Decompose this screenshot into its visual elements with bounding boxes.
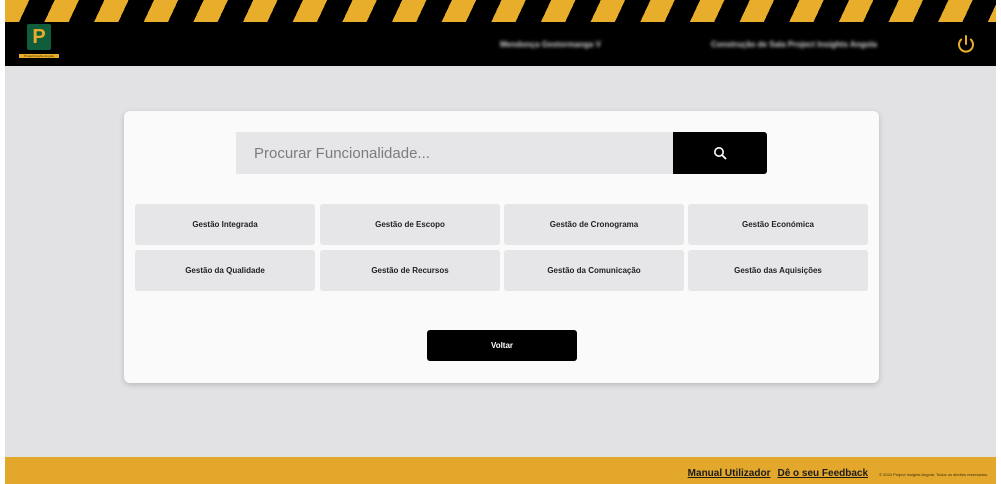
module-gestao-recursos[interactable]: Gestão de Recursos — [320, 250, 500, 291]
logo-mark: P — [27, 24, 51, 50]
footer-bar: Manual Utilizador Dê o seu Feedback © 20… — [5, 457, 996, 484]
module-gestao-economica[interactable]: Gestão Económica — [688, 204, 868, 245]
module-gestao-comunicacao[interactable]: Gestão da Comunicação — [504, 250, 684, 291]
logout-button[interactable] — [955, 33, 977, 55]
functions-card: Gestão Integrada Gestão de Escopo Gestão… — [124, 111, 879, 383]
project-selector[interactable]: Mendonça Gestormanga V — [500, 40, 601, 49]
search-button[interactable] — [673, 132, 767, 174]
logo-caption: ProjectInsights Angola — [19, 54, 59, 58]
module-gestao-cronograma[interactable]: Gestão de Cronograma — [504, 204, 684, 245]
search-bar — [236, 132, 767, 174]
module-gestao-qualidade[interactable]: Gestão da Qualidade — [135, 250, 315, 291]
logo-letter: P — [32, 26, 46, 48]
power-icon — [958, 35, 974, 53]
back-button[interactable]: Voltar — [427, 330, 577, 361]
app-frame: P ProjectInsights Angola Mendonça Gestor… — [5, 0, 996, 484]
hazard-stripes — [5, 0, 996, 22]
organization-name: Construção de Sala Project Insights Ango… — [711, 40, 877, 49]
module-gestao-aquisicoes[interactable]: Gestão das Aquisições — [688, 250, 868, 291]
app-logo[interactable]: P ProjectInsights Angola — [19, 24, 59, 62]
footer-links: Manual Utilizador Dê o seu Feedback © 20… — [688, 468, 988, 479]
search-input[interactable] — [236, 132, 673, 174]
user-manual-link[interactable]: Manual Utilizador — [688, 468, 771, 479]
copyright-text: © 2024 Project Insights Angola. Todos os… — [879, 472, 988, 477]
top-header: P ProjectInsights Angola Mendonça Gestor… — [5, 0, 996, 66]
search-icon — [714, 147, 727, 160]
feedback-link[interactable]: Dê o seu Feedback — [777, 468, 868, 479]
module-gestao-escopo[interactable]: Gestão de Escopo — [320, 204, 500, 245]
module-gestao-integrada[interactable]: Gestão Integrada — [135, 204, 315, 245]
